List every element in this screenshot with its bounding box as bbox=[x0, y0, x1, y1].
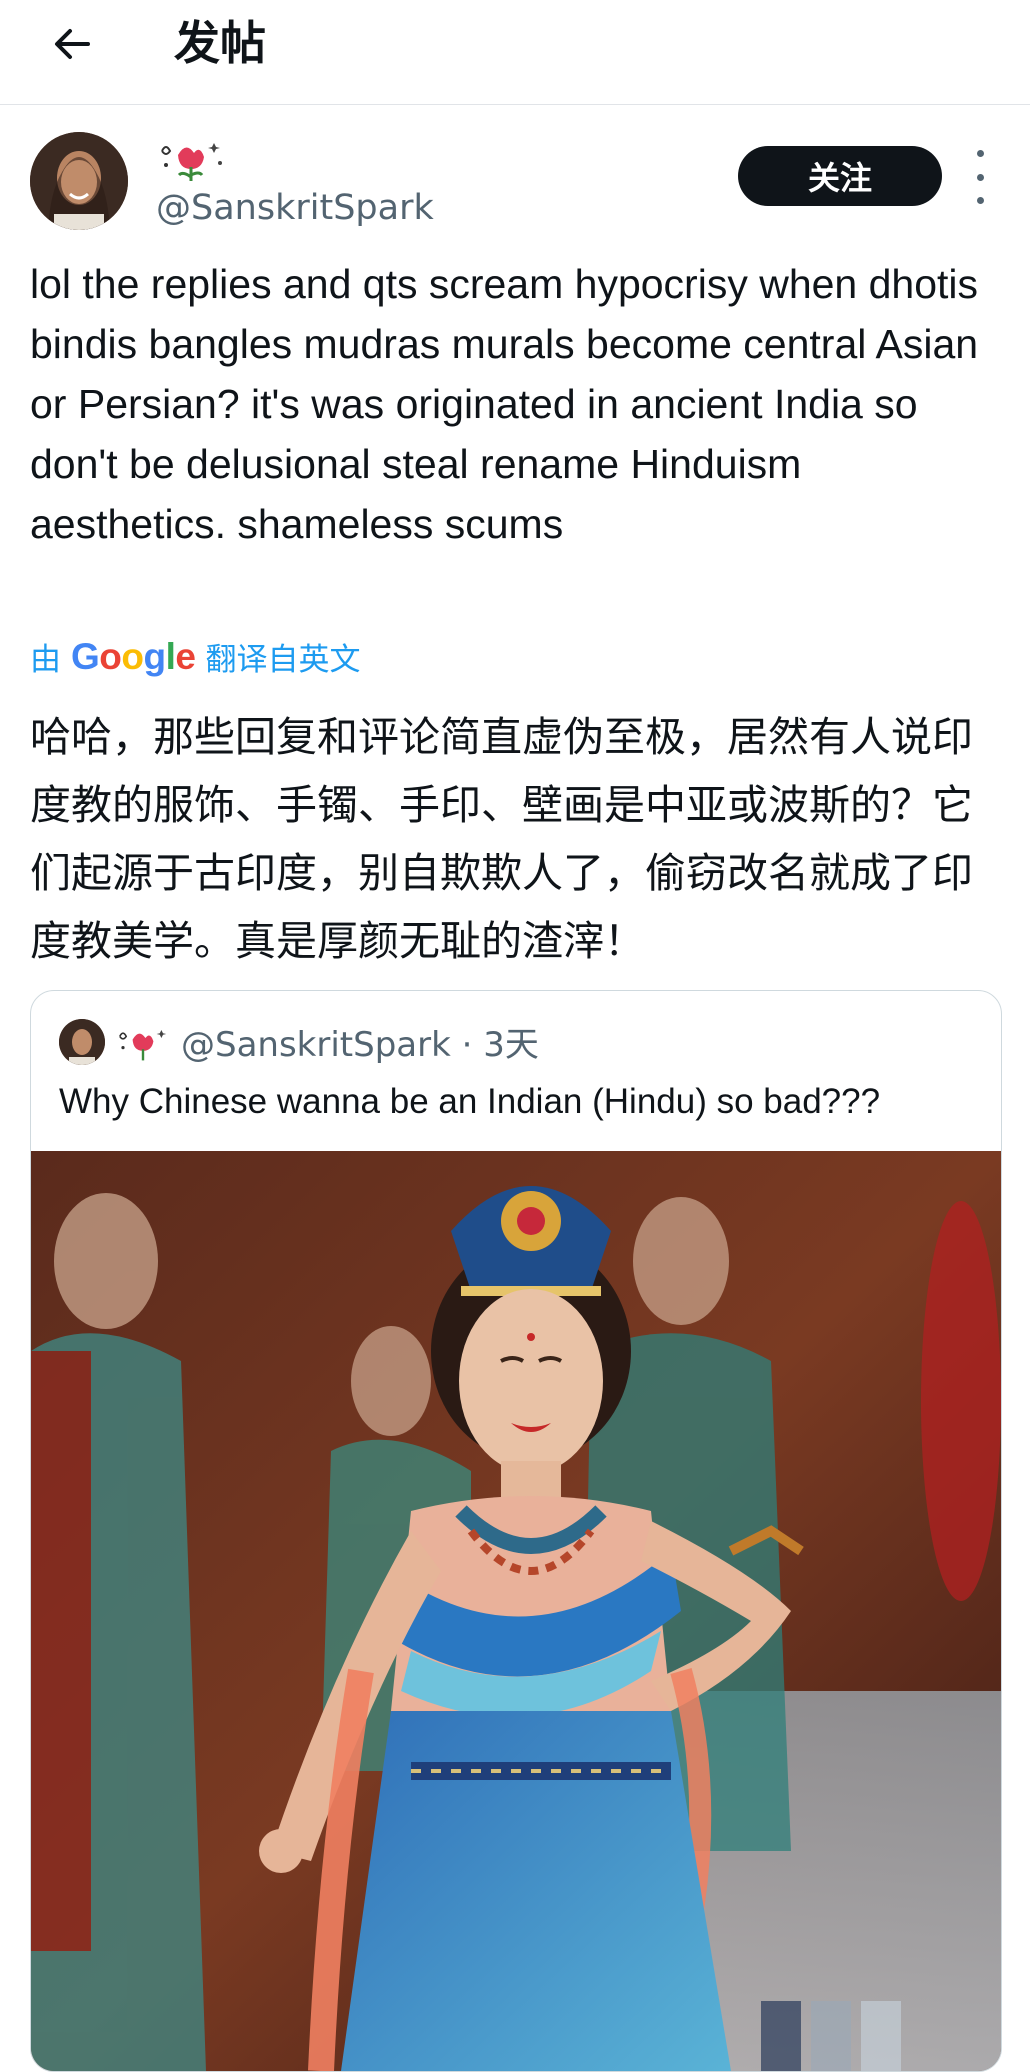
display-name-emoji bbox=[156, 132, 226, 184]
back-button[interactable] bbox=[44, 16, 100, 72]
dot-icon bbox=[976, 197, 984, 204]
author-handle[interactable]: @SanskritSpark bbox=[156, 186, 434, 230]
dot-icon bbox=[976, 173, 984, 181]
quoted-post-time: 3天 bbox=[483, 1025, 539, 1065]
post-translated-text: 哈哈，那些回复和评论简直虚伪至极，居然有人说印度教的服饰、手镯、手印、壁画是中亚… bbox=[30, 713, 973, 965]
author-avatar[interactable] bbox=[30, 132, 128, 230]
more-options-button[interactable] bbox=[968, 150, 992, 204]
translation-suffix: 翻译自英文 bbox=[205, 642, 361, 678]
quoted-post-text: Why Chinese wanna be an Indian (Hindu) s… bbox=[59, 1082, 881, 1121]
quoted-author-handle: @SanskritSpark bbox=[181, 1025, 451, 1065]
post-text: lol the replies and qts scream hypocrisy… bbox=[30, 261, 979, 547]
quoted-author-avatar bbox=[59, 1018, 105, 1065]
quoted-post-card[interactable]: @SanskritSpark · 3天 Why Chinese wanna be… bbox=[30, 990, 1002, 2072]
google-logo: Google bbox=[71, 635, 196, 677]
top-bar: 发帖 bbox=[0, 0, 1030, 105]
arrow-left-icon bbox=[55, 29, 90, 59]
page-title: 发帖 bbox=[174, 16, 266, 70]
translation-link[interactable]: 由 Google 翻译自英文 bbox=[30, 634, 360, 679]
translation-prefix: 由 bbox=[30, 642, 61, 678]
dot-icon bbox=[976, 150, 984, 157]
follow-button[interactable]: 关注 bbox=[738, 146, 942, 206]
meta-separator: · bbox=[450, 1025, 484, 1065]
quoted-post-header: @SanskritSpark · 3天 bbox=[59, 1017, 539, 1066]
tulip-sparkle-icon bbox=[161, 143, 222, 181]
quoted-post-image[interactable] bbox=[31, 1151, 1001, 2071]
tulip-sparkle-icon bbox=[119, 1029, 167, 1060]
